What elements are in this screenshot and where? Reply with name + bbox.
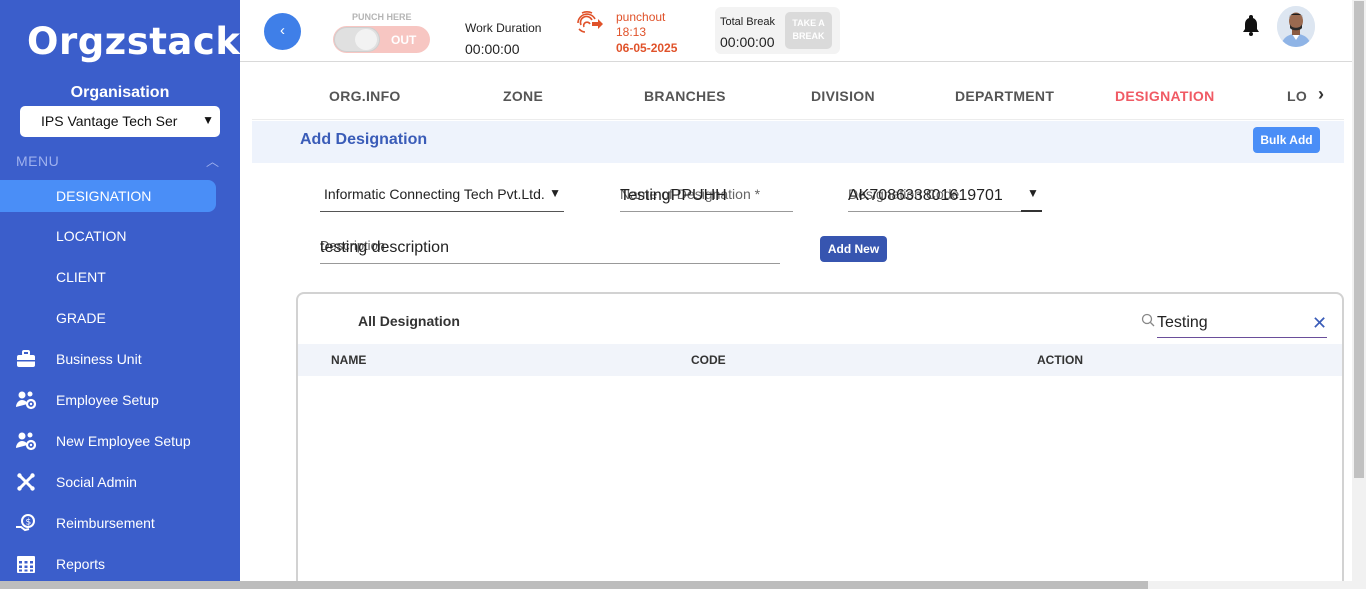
money-hand-icon: $ bbox=[16, 514, 35, 532]
sidebar-item-label: Employee Setup bbox=[56, 392, 159, 408]
take-break-button[interactable]: TAKE A BREAK bbox=[785, 12, 832, 49]
sidebar-item-location[interactable]: LOCATION bbox=[0, 220, 216, 252]
column-header-name[interactable]: NAME bbox=[331, 353, 366, 367]
table-header: NAME CODE ACTION bbox=[298, 344, 1342, 376]
tab-branches[interactable]: BRANCHES bbox=[644, 88, 726, 104]
sidebar-item-reimbursement[interactable]: $ Reimbursement bbox=[0, 507, 216, 539]
sidebar-item-label: New Employee Setup bbox=[56, 433, 191, 449]
fingerprint-icon bbox=[577, 11, 603, 33]
work-duration-value: 00:00:00 bbox=[465, 41, 520, 57]
chevron-up-icon[interactable]: ︿ bbox=[206, 151, 219, 170]
sidebar-item-social-admin[interactable]: Social Admin bbox=[0, 466, 216, 498]
chevron-down-icon: ▼ bbox=[549, 186, 561, 200]
tab-department[interactable]: DEPARTMENT bbox=[955, 88, 1054, 104]
chevron-right-icon[interactable]: › bbox=[1318, 84, 1324, 105]
total-break-value: 00:00:00 bbox=[720, 34, 775, 50]
sidebar-item-employee-setup[interactable]: Employee Setup bbox=[0, 384, 216, 416]
sidebar-item-label: CLIENT bbox=[56, 269, 106, 285]
total-break-box: Total Break 00:00:00 TAKE A BREAK bbox=[715, 7, 840, 54]
punch-here-label: PUNCH HERE bbox=[352, 12, 412, 22]
sidebar-item-label: Business Unit bbox=[56, 351, 142, 367]
tab-designation[interactable]: DESIGNATION bbox=[1115, 88, 1215, 104]
tab-zone[interactable]: ZONE bbox=[503, 88, 543, 104]
work-duration-label: Work Duration bbox=[465, 21, 542, 35]
field-underline bbox=[1021, 210, 1042, 212]
sidebar-item-label: Reports bbox=[56, 556, 106, 572]
column-header-action: ACTION bbox=[1037, 353, 1083, 367]
chevron-down-icon[interactable]: ▼ bbox=[1027, 186, 1039, 200]
punch-status: punchout bbox=[616, 10, 666, 24]
description-value: testing description bbox=[320, 239, 449, 256]
field-underline bbox=[848, 211, 1021, 212]
tab-org-info[interactable]: ORG.INFO bbox=[329, 88, 401, 104]
top-header: ‹ PUNCH HERE OUT Work Duration 00:00:00 … bbox=[240, 0, 1352, 62]
user-avatar[interactable] bbox=[1277, 6, 1315, 47]
punch-toggle-knob bbox=[334, 27, 380, 52]
vertical-scrollbar-thumb[interactable] bbox=[1354, 1, 1364, 478]
sidebar-item-business-unit[interactable]: Business Unit bbox=[0, 343, 216, 375]
menu-label: MENU bbox=[16, 153, 60, 169]
punch-time: 18:13 bbox=[616, 25, 647, 39]
column-header-code[interactable]: CODE bbox=[691, 353, 726, 367]
designation-code-value: AK708633801619701 bbox=[848, 187, 1003, 204]
sidebar-item-new-employee-setup[interactable]: New Employee Setup bbox=[0, 425, 216, 457]
sidebar-item-reports[interactable]: Reports bbox=[0, 548, 216, 580]
back-button[interactable]: ‹ bbox=[264, 13, 301, 50]
sidebar-item-designation[interactable]: DESIGNATION bbox=[0, 180, 216, 212]
tab-division[interactable]: DIVISION bbox=[811, 88, 875, 104]
organisation-select-value: IPS Vantage Tech Ser bbox=[41, 113, 178, 129]
sidebar-item-label: DESIGNATION bbox=[56, 188, 152, 204]
sidebar-item-label: LOCATION bbox=[56, 228, 127, 244]
designation-name-value: TestingPPUHH bbox=[620, 187, 727, 204]
company-select-value: Informatic Connecting Tech Pvt.Ltd. bbox=[324, 186, 545, 202]
total-break-label: Total Break bbox=[720, 16, 776, 28]
search-input[interactable]: Testing bbox=[1157, 311, 1327, 338]
sidebar-item-label: Social Admin bbox=[56, 474, 137, 490]
designation-name-field[interactable]: Name of Designation * TestingPPUHH bbox=[620, 183, 793, 212]
joomla-icon bbox=[17, 473, 35, 491]
punch-state: OUT bbox=[391, 33, 417, 47]
section-title: Add Designation bbox=[300, 131, 428, 148]
punch-toggle[interactable]: OUT bbox=[333, 26, 430, 53]
horizontal-scrollbar-thumb[interactable] bbox=[0, 581, 1148, 589]
sidebar-item-label: GRADE bbox=[56, 310, 106, 326]
search-icon bbox=[1141, 313, 1155, 327]
bell-icon[interactable] bbox=[1241, 14, 1261, 36]
grid-calendar-icon bbox=[17, 556, 35, 573]
close-icon[interactable]: ✕ bbox=[1312, 313, 1327, 334]
vertical-scrollbar[interactable] bbox=[1352, 0, 1366, 589]
punch-date: 06-05-2025 bbox=[616, 41, 678, 55]
add-designation-header: Add Designation Bulk Add bbox=[252, 121, 1344, 163]
bulk-add-button[interactable]: Bulk Add bbox=[1253, 127, 1320, 153]
horizontal-scrollbar[interactable] bbox=[0, 581, 1352, 589]
briefcase-icon bbox=[17, 350, 35, 367]
sidebar-item-label: Reimbursement bbox=[56, 515, 155, 531]
sidebar: Orgzstack Organisation IPS Vantage Tech … bbox=[0, 0, 240, 581]
designation-table-card: All Designation Testing ✕ NAME CODE ACTI… bbox=[296, 292, 1344, 589]
chevron-down-icon: ▼ bbox=[202, 113, 214, 127]
tab-location[interactable]: LO bbox=[1287, 88, 1307, 104]
description-field[interactable]: Description testing description bbox=[320, 236, 780, 264]
sidebar-item-grade[interactable]: GRADE bbox=[0, 302, 216, 334]
orgzstack-logo[interactable]: Orgzstack bbox=[27, 20, 240, 63]
organisation-label: Organisation bbox=[70, 84, 170, 101]
designation-code-field[interactable]: Designation Code AK708633801619701 ▼ bbox=[848, 183, 1042, 212]
add-new-button[interactable]: Add New bbox=[820, 236, 887, 262]
user-avatar-image bbox=[1277, 6, 1315, 47]
org-tabs: ORG.INFO ZONE BRANCHES DIVISION DEPARTME… bbox=[252, 72, 1344, 120]
svg-text:$: $ bbox=[26, 518, 32, 528]
sidebar-item-client[interactable]: CLIENT bbox=[0, 261, 216, 293]
company-select[interactable]: Informatic Connecting Tech Pvt.Ltd. ▼ bbox=[320, 183, 564, 212]
users-gear-icon bbox=[16, 391, 36, 410]
users-gear-icon bbox=[16, 432, 36, 451]
table-title: All Designation bbox=[358, 313, 460, 329]
search-box: Testing ✕ bbox=[1141, 311, 1329, 339]
organisation-select[interactable]: IPS Vantage Tech Ser ▼ bbox=[20, 106, 220, 137]
